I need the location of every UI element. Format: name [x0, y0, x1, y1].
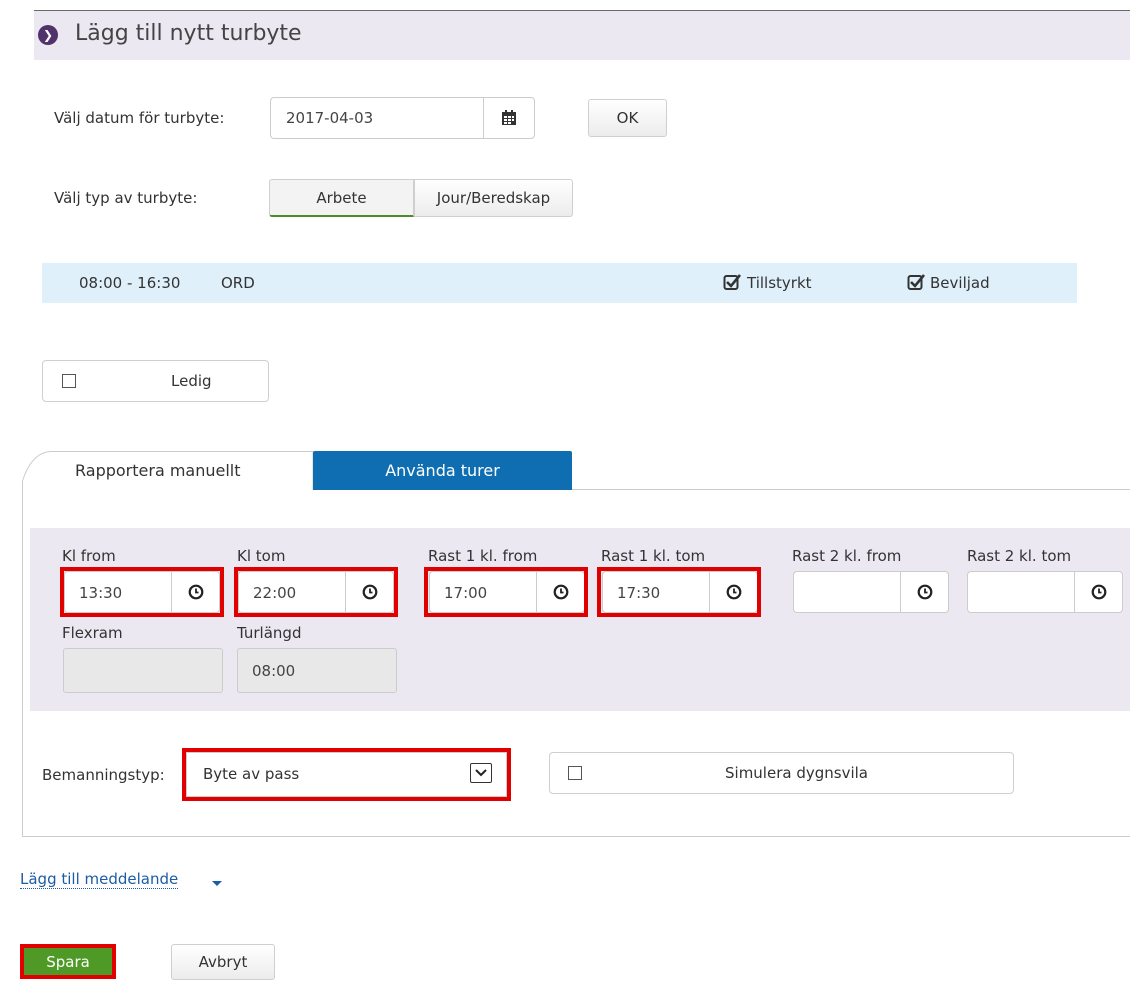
- checkbox-checked-icon: [907, 274, 926, 290]
- clock-icon: [1091, 584, 1106, 600]
- kl-tom-highlight: [234, 567, 398, 617]
- tab-divider: [572, 489, 1130, 490]
- shift-time: 08:00 - 16:30: [79, 274, 181, 292]
- cancel-button[interactable]: Avbryt: [171, 944, 275, 980]
- date-input[interactable]: 2017-04-03: [270, 97, 484, 139]
- rast1-tom-label: Rast 1 kl. tom: [601, 547, 706, 565]
- turlangd-label: Turlängd: [237, 624, 302, 642]
- ledig-toggle[interactable]: [42, 360, 269, 402]
- calendar-icon: [502, 110, 516, 125]
- add-message-link[interactable]: Lägg till meddelande: [20, 870, 179, 889]
- chevron-right-circle-icon: ❯: [38, 25, 58, 45]
- shift-code: ORD: [221, 274, 255, 292]
- bemanning-highlight: [182, 748, 511, 801]
- ledig-checkbox[interactable]: [62, 374, 76, 388]
- tillstyrkt-label: Tillstyrkt: [747, 274, 812, 292]
- date-label: Välj datum för turbyte:: [54, 109, 225, 127]
- ledig-label: Ledig: [171, 372, 212, 390]
- tab-use-shifts[interactable]: Använda turer: [313, 451, 572, 490]
- rast1-from-label: Rast 1 kl. from: [428, 547, 538, 565]
- calendar-button[interactable]: [483, 97, 535, 139]
- save-button[interactable]: Spara: [20, 944, 116, 979]
- rast1-tom-highlight: [597, 567, 761, 617]
- simulera-checkbox[interactable]: [568, 766, 582, 780]
- rast2-from-label: Rast 2 kl. from: [792, 547, 902, 565]
- bemanning-label: Bemanningstyp:: [42, 766, 165, 784]
- rast2-tom-label: Rast 2 kl. tom: [967, 547, 1072, 565]
- flexram-field: [63, 648, 223, 693]
- rast2-from-input[interactable]: [793, 571, 901, 613]
- ok-button[interactable]: OK: [588, 99, 667, 137]
- tab-manual[interactable]: Rapportera manuellt: [75, 461, 241, 480]
- flexram-label: Flexram: [62, 624, 123, 642]
- caret-down-icon[interactable]: [212, 881, 222, 886]
- clock-icon: [917, 584, 932, 600]
- beviljad-check: [907, 273, 926, 295]
- tillstyrkt-check: [723, 273, 742, 295]
- kl-tom-label: Kl tom: [237, 547, 286, 565]
- rast2-tom-clock-button[interactable]: [1074, 571, 1123, 613]
- beviljad-label: Beviljad: [930, 274, 990, 292]
- type-option-arbete[interactable]: Arbete: [269, 179, 414, 217]
- simulera-label: Simulera dygnsvila: [725, 764, 868, 782]
- rast1-from-highlight: [424, 567, 588, 617]
- turlangd-field: 08:00: [237, 648, 397, 693]
- checkbox-checked-icon: [723, 274, 742, 290]
- rast2-from-clock-button[interactable]: [900, 571, 949, 613]
- page-title: Lägg till nytt turbyte: [75, 21, 302, 46]
- kl-from-label: Kl from: [62, 547, 116, 565]
- type-option-jour[interactable]: Jour/Beredskap: [414, 179, 573, 217]
- type-label: Välj typ av turbyte:: [54, 189, 198, 207]
- rast2-tom-input[interactable]: [967, 571, 1075, 613]
- kl-from-highlight: [60, 567, 224, 617]
